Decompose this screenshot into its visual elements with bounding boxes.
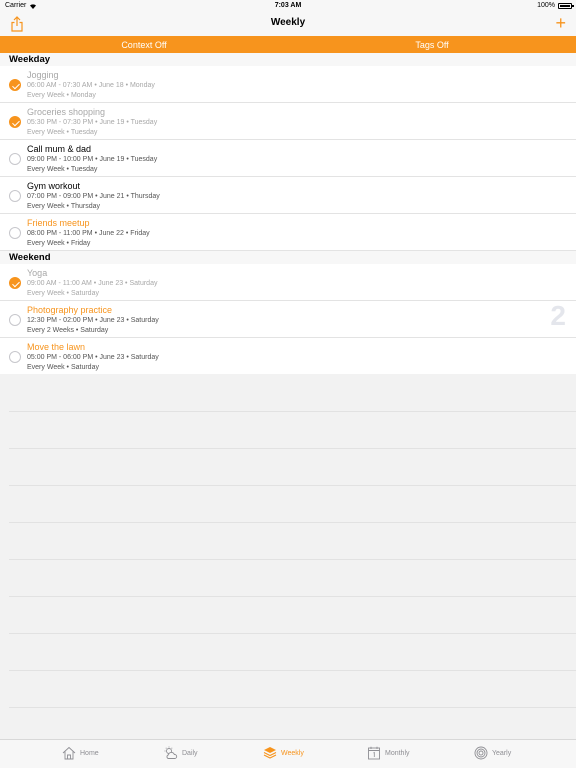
task-title: Call mum & dad <box>27 144 92 154</box>
tab-label: Monthly <box>385 749 410 757</box>
divider <box>9 485 576 486</box>
tab-home[interactable]: Home <box>62 746 99 760</box>
task-time: 12:30 PM - 02:00 PM • June 23 • Saturday <box>27 317 159 324</box>
task-repeat: Every Week • Thursday <box>27 203 100 210</box>
divider <box>9 559 576 560</box>
tab-label: Home <box>80 749 99 757</box>
task-row[interactable]: Call mum & dad 09:00 PM - 10:00 PM • Jun… <box>0 140 576 177</box>
task-row[interactable]: Yoga 09:00 AM - 11:00 AM • June 23 • Sat… <box>0 264 576 301</box>
task-title: Photography practice <box>27 305 113 315</box>
task-row[interactable]: Photography practice 12:30 PM - 02:00 PM… <box>0 301 576 338</box>
completion-checkbox[interactable] <box>9 351 21 363</box>
divider <box>9 596 576 597</box>
divider <box>9 448 576 449</box>
completion-checkbox[interactable] <box>9 277 21 289</box>
status-bar: Carrier 7:03 AM 100% <box>0 0 576 12</box>
section-header-weekday: Weekday <box>0 53 576 66</box>
task-row[interactable]: Gym workout 07:00 PM - 09:00 PM • June 2… <box>0 177 576 214</box>
task-row[interactable]: Groceries shopping 05:30 PM - 07:30 PM •… <box>0 103 576 140</box>
task-list: Weekday Jogging 06:00 AM - 07:30 AM • Ju… <box>0 53 576 375</box>
battery-indicator: 100% <box>537 2 574 9</box>
completion-checkbox[interactable] <box>9 227 21 239</box>
divider <box>9 522 576 523</box>
task-title: Friends meetup <box>27 218 90 228</box>
house-icon <box>62 746 76 760</box>
divider <box>9 707 576 708</box>
completion-checkbox[interactable] <box>9 153 21 165</box>
task-row[interactable]: Jogging 06:00 AM - 07:30 AM • June 18 • … <box>0 66 576 103</box>
task-title: Move the lawn <box>27 342 86 352</box>
sun-cloud-icon <box>164 746 178 759</box>
tab-label: Yearly <box>492 749 512 757</box>
completion-checkbox[interactable] <box>9 79 21 91</box>
tags-filter-toggle[interactable]: Tags Off <box>288 40 576 50</box>
tab-daily[interactable]: Daily <box>164 746 198 760</box>
task-repeat: Every Week • Tuesday <box>27 129 98 136</box>
task-repeat: Every Week • Saturday <box>27 290 99 297</box>
task-row[interactable]: Friends meetup 08:00 PM - 11:00 PM • Jun… <box>0 214 576 251</box>
task-time: 09:00 PM - 10:00 PM • June 19 • Tuesday <box>27 156 158 163</box>
section-header-weekend: Weekend <box>0 251 576 264</box>
week-number-badge: 2 <box>550 300 566 331</box>
task-title: Gym workout <box>27 181 81 191</box>
task-row[interactable]: Move the lawn 05:00 PM - 06:00 PM • June… <box>0 338 576 375</box>
tab-label: Weekly <box>281 749 304 757</box>
status-time: 7:03 AM <box>274 2 302 9</box>
context-filter-toggle[interactable]: Context Off <box>0 40 288 50</box>
task-title: Groceries shopping <box>27 107 106 117</box>
task-time: 08:00 PM - 11:00 PM • June 22 • Friday <box>27 230 150 237</box>
battery-percent: 100% <box>537 2 555 9</box>
battery-icon <box>558 2 574 9</box>
task-repeat: Every Week • Tuesday <box>27 166 98 173</box>
add-task-button[interactable]: + <box>555 14 566 32</box>
completion-checkbox[interactable] <box>9 190 21 202</box>
task-repeat: Every Week • Saturday <box>27 364 99 371</box>
filter-bar: Context Off Tags Off <box>0 36 576 53</box>
task-time: 07:00 PM - 09:00 PM • June 21 • Thursday <box>27 193 160 200</box>
tab-bar: Home Daily Weekly Monthly Yearly <box>0 739 576 768</box>
completion-checkbox[interactable] <box>9 314 21 326</box>
navigation-bar: Weekly + <box>0 12 576 36</box>
task-repeat: Every Week • Friday <box>27 240 91 247</box>
page-title: Weekly <box>270 17 306 28</box>
task-repeat: Every Week • Monday <box>27 92 96 99</box>
divider <box>9 633 576 634</box>
empty-list-area <box>0 374 576 739</box>
completion-checkbox[interactable] <box>9 116 21 128</box>
task-time: 05:30 PM - 07:30 PM • June 19 • Tuesday <box>27 119 158 126</box>
tab-weekly[interactable]: Weekly <box>263 746 304 760</box>
task-title: Jogging <box>27 70 59 80</box>
task-time: 09:00 AM - 11:00 AM • June 23 • Saturday <box>27 280 158 287</box>
tab-yearly[interactable]: Yearly <box>474 746 511 760</box>
task-title: Yoga <box>27 268 48 278</box>
divider <box>9 411 576 412</box>
layers-icon <box>263 747 277 759</box>
divider <box>9 670 576 671</box>
task-time: 06:00 AM - 07:30 AM • June 18 • Monday <box>27 82 155 89</box>
tab-monthly[interactable]: Monthly <box>367 746 410 760</box>
calendar-icon <box>368 746 380 760</box>
target-icon <box>474 746 488 760</box>
task-time: 05:00 PM - 06:00 PM • June 23 • Saturday <box>27 354 159 361</box>
task-repeat: Every 2 Weeks • Saturday <box>27 327 109 334</box>
tab-label: Daily <box>182 749 198 757</box>
